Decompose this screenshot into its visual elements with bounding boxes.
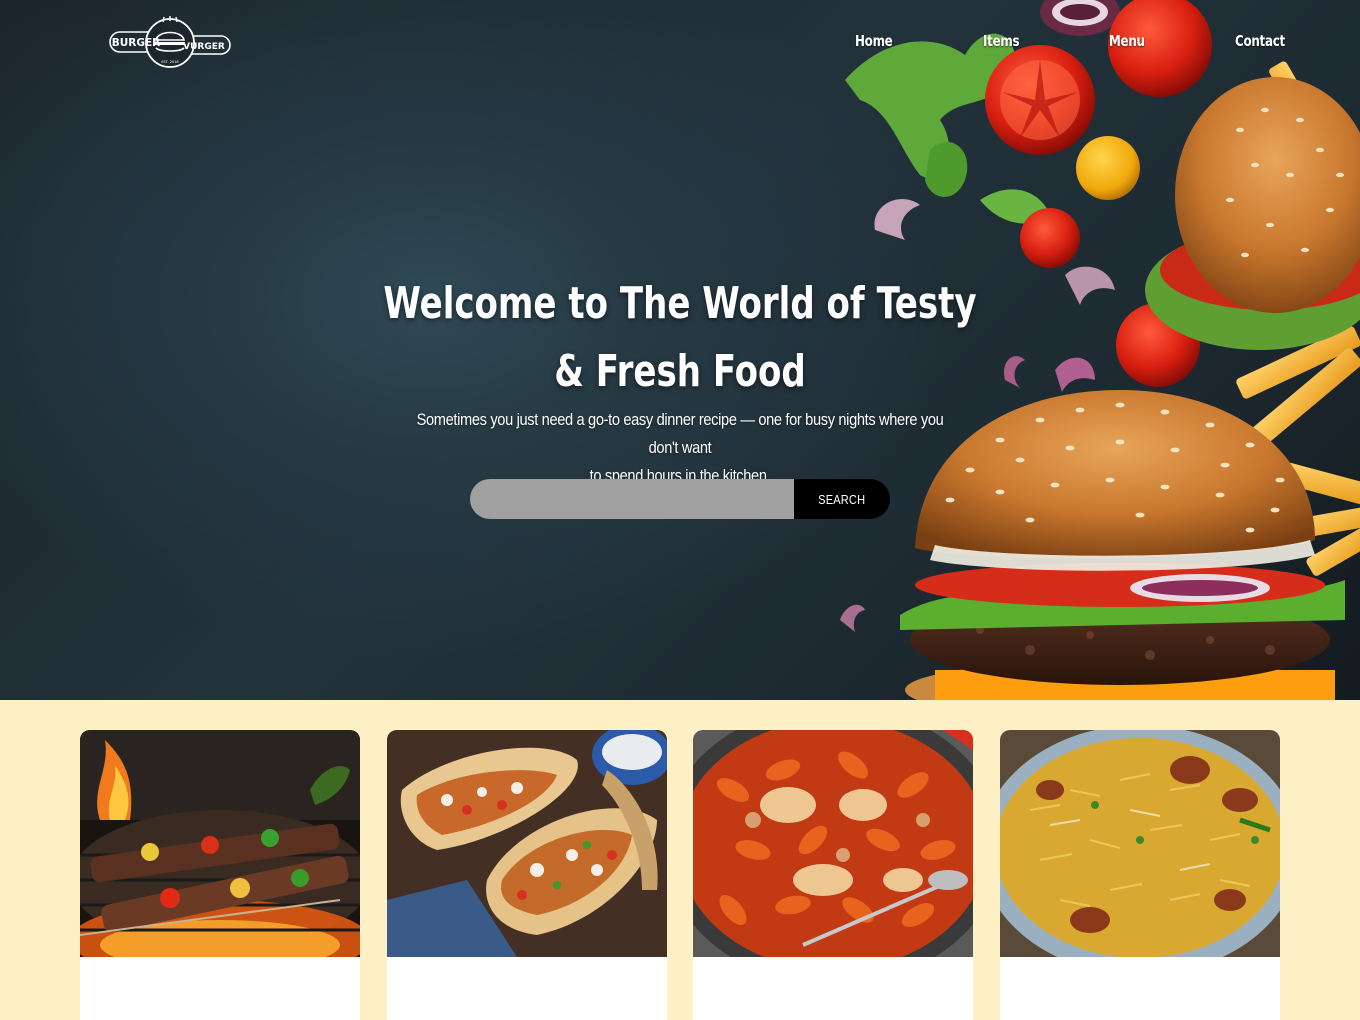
search-input[interactable] (470, 479, 794, 519)
food-card[interactable] (1000, 730, 1280, 1020)
grilled-kebab-image (80, 730, 360, 957)
hero-subtitle-line1: Sometimes you just need a go-to easy din… (416, 410, 944, 457)
nav-menu[interactable]: Menu (1109, 32, 1145, 50)
hero-title-line1: Welcome to The World of Testy (383, 278, 977, 329)
food-cards (0, 700, 1360, 1020)
hero-subtitle: Sometimes you just need a go-to easy din… (413, 406, 946, 490)
food-card[interactable] (693, 730, 973, 1020)
biryani-image (1000, 730, 1280, 957)
pasta-bake-image (693, 730, 973, 957)
search-bar: SEARCH (470, 479, 890, 519)
food-card[interactable] (387, 730, 667, 1020)
search-button-label: SEARCH (818, 491, 866, 507)
nav-home[interactable]: Home (855, 32, 893, 50)
logo-est: EST. 2018 (161, 60, 178, 64)
hero-title: Welcome to The World of Testy & Fresh Fo… (379, 270, 981, 406)
main-nav: Home Items Menu Contact (0, 32, 1360, 56)
hero-title-line2: & Fresh Food (554, 346, 806, 397)
food-card[interactable] (80, 730, 360, 1020)
shawarma-wrap-image (387, 730, 667, 957)
nav-items[interactable]: Items (983, 32, 1020, 50)
search-button[interactable]: SEARCH (794, 479, 890, 519)
hero-section: BURGER VURGER EST. 2018 Home Items Menu … (0, 0, 1360, 700)
nav-contact[interactable]: Contact (1235, 32, 1285, 50)
